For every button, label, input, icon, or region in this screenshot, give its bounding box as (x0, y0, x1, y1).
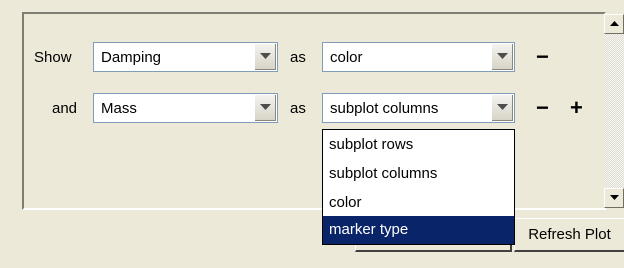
dropdown-option-subplot-columns[interactable]: subplot columns (323, 160, 514, 188)
refresh-plot-button[interactable]: Refresh Plot (514, 218, 624, 252)
row-2-mapping-select[interactable]: subplot columns (322, 93, 515, 123)
chevron-down-icon[interactable] (491, 44, 513, 70)
row-1-mapping-value: color (330, 49, 363, 66)
mapping-dropdown-list[interactable]: subplot rows subplot columns color marke… (322, 129, 515, 245)
row-1-connector: as (290, 49, 306, 66)
arrow-up-icon[interactable] (604, 14, 624, 34)
row-1-field-value: Damping (101, 49, 162, 66)
row-1-mapping-select[interactable]: color (322, 42, 515, 72)
row-1-field-select[interactable]: Damping (93, 42, 278, 72)
row-2-mapping-value: subplot columns (330, 100, 439, 117)
dropdown-option-color[interactable]: color (323, 189, 514, 217)
vertical-scrollbar[interactable] (604, 14, 624, 208)
chevron-down-icon[interactable] (254, 95, 276, 121)
dropdown-option-marker-type[interactable]: marker type (323, 216, 514, 244)
row-2-field-select[interactable]: Mass (93, 93, 278, 123)
chevron-down-icon[interactable] (491, 95, 513, 121)
row-1-remove-button[interactable]: − (536, 46, 549, 68)
row-2-remove-button[interactable]: − (536, 97, 549, 119)
row-1-prefix: Show (34, 49, 72, 66)
chevron-down-icon[interactable] (254, 44, 276, 70)
row-2-field-value: Mass (101, 100, 137, 117)
row-2-prefix: and (52, 100, 78, 117)
dropdown-option-subplot-rows[interactable]: subplot rows (323, 131, 514, 159)
row-2-add-button[interactable]: + (570, 97, 583, 119)
arrow-down-icon[interactable] (604, 188, 624, 208)
row-2-connector: as (290, 100, 306, 117)
